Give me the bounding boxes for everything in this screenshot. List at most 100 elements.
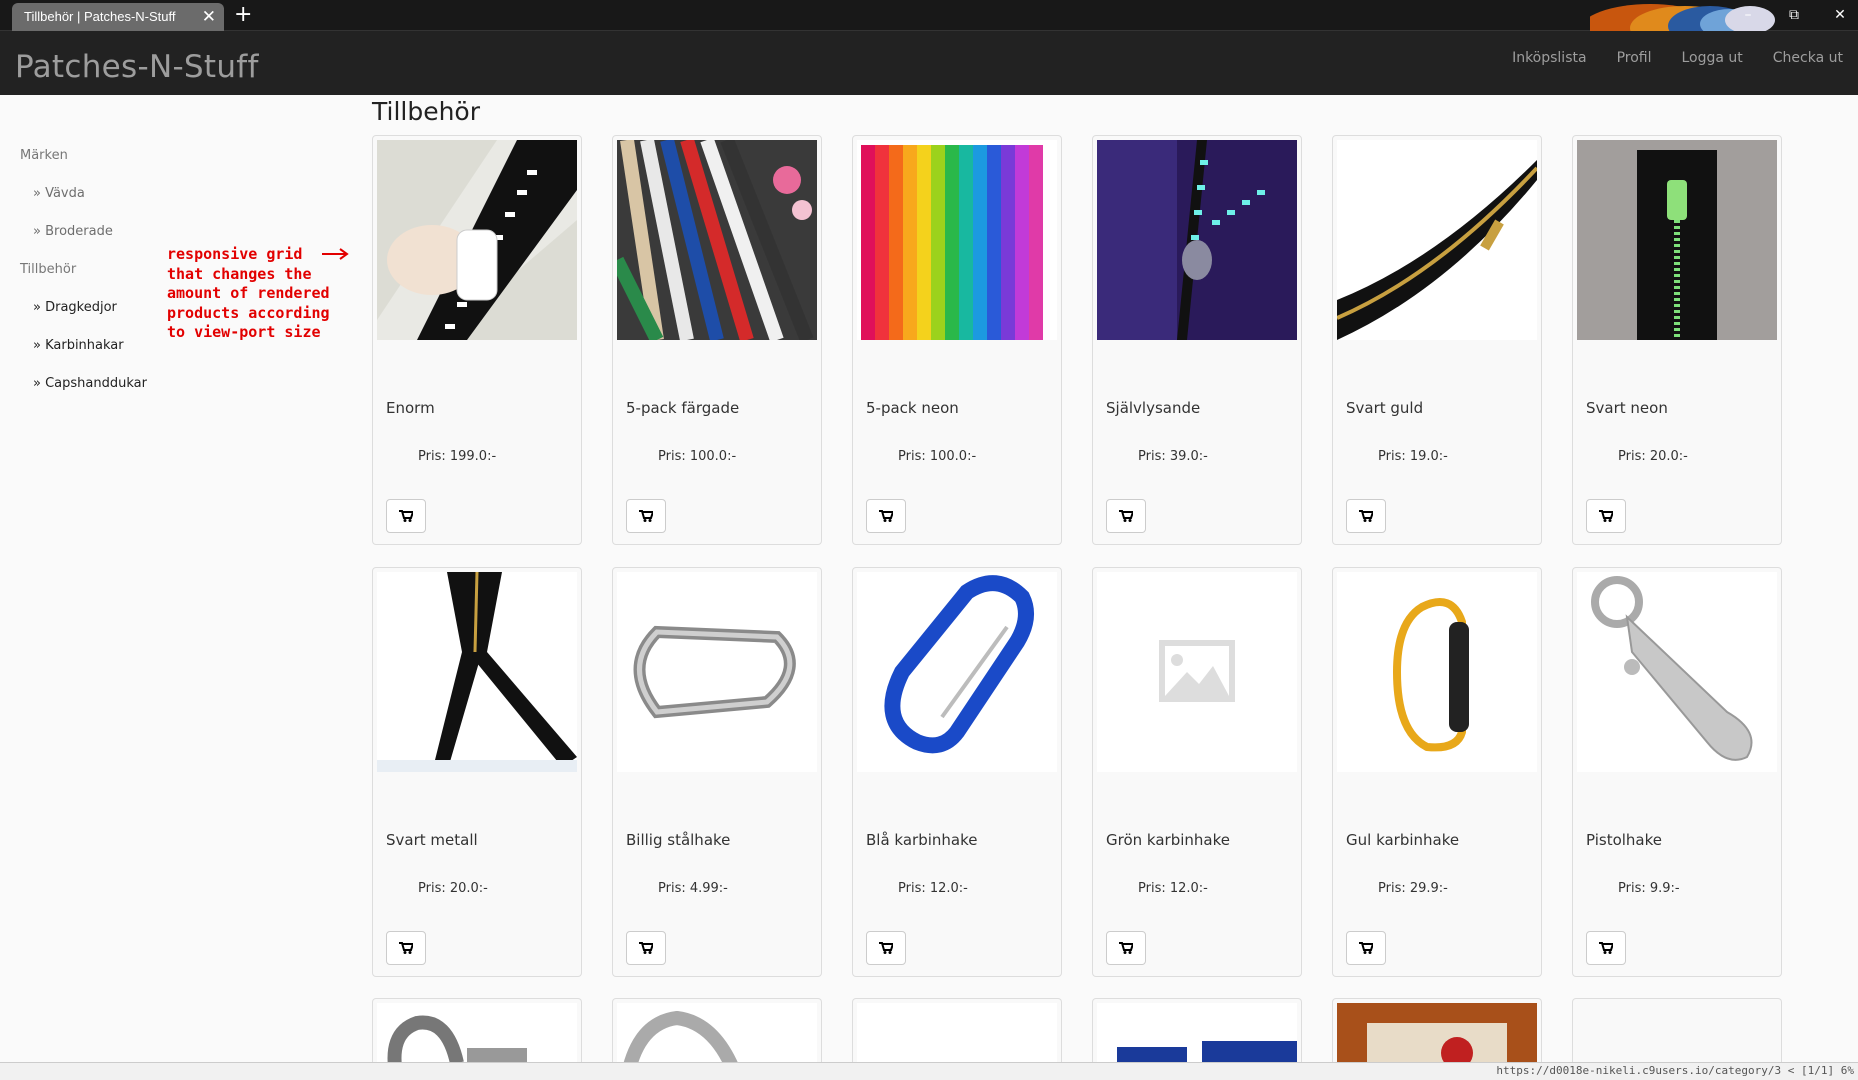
product-card: Enorm Pris: 199.0:-	[372, 135, 582, 545]
window-controls: – ⧉ ✕	[1740, 2, 1848, 28]
product-price: Pris: 9.9:-	[1618, 881, 1680, 896]
cart-icon	[399, 510, 413, 522]
nav-logout[interactable]: Logga ut	[1666, 31, 1757, 95]
product-image-carabiner-blue[interactable]	[857, 572, 1057, 772]
product-image-zipper-glow[interactable]	[1097, 140, 1297, 340]
product-name[interactable]: Grön karbinhake	[1106, 831, 1230, 849]
annotation-note: responsive grid that changes the amount …	[167, 245, 330, 341]
product-price: Pris: 12.0:-	[898, 881, 968, 896]
product-name[interactable]: Självlysande	[1106, 399, 1200, 417]
sidebar-item-zippers[interactable]: » Dragkedjor	[33, 300, 117, 315]
product-price: Pris: 12.0:-	[1138, 881, 1208, 896]
product-card: Grön karbinhake Pris: 12.0:-	[1092, 567, 1302, 977]
product-card: Svart guld Pris: 19.0:-	[1332, 135, 1542, 545]
product-image-zipper-black-metal[interactable]	[377, 572, 577, 772]
cart-icon	[879, 942, 893, 954]
sidebar-item-embroidered[interactable]: » Broderade	[33, 224, 113, 239]
product-price: Pris: 20.0:-	[1618, 449, 1688, 464]
cart-icon	[1359, 510, 1373, 522]
product-price: Pris: 19.0:-	[1378, 449, 1448, 464]
product-image-zipper-hand[interactable]	[377, 140, 577, 340]
product-price: Pris: 4.99:-	[658, 881, 728, 896]
product-name[interactable]: Pistolhake	[1586, 831, 1662, 849]
add-to-cart-button[interactable]	[1346, 499, 1386, 533]
product-card: Billig stålhake Pris: 4.99:-	[612, 567, 822, 977]
product-image-snap-hook[interactable]	[1577, 572, 1777, 772]
cart-icon	[639, 942, 653, 954]
browser-status-bar: https://d0018e-nikeli.c9users.io/categor…	[0, 1062, 1858, 1080]
product-card: Svart metall Pris: 20.0:-	[372, 567, 582, 977]
add-to-cart-button[interactable]	[1106, 931, 1146, 965]
product-price: Pris: 199.0:-	[418, 449, 497, 464]
cart-icon	[639, 510, 653, 522]
top-nav: Inköpslista Profil Logga ut Checka ut	[1497, 31, 1858, 95]
product-price: Pris: 39.0:-	[1138, 449, 1208, 464]
product-name[interactable]: Billig stålhake	[626, 831, 730, 849]
product-card: Svart neon Pris: 20.0:-	[1572, 135, 1782, 545]
cart-icon	[1119, 510, 1133, 522]
add-to-cart-button[interactable]	[1346, 931, 1386, 965]
product-card: Gul karbinhake Pris: 29.9:-	[1332, 567, 1542, 977]
sidebar-item-carabiners[interactable]: » Karbinhakar	[33, 338, 124, 353]
product-card: Pistolhake Pris: 9.9:-	[1572, 567, 1782, 977]
add-to-cart-button[interactable]	[626, 931, 666, 965]
nav-profile[interactable]: Profil	[1602, 31, 1667, 95]
add-to-cart-button[interactable]	[866, 499, 906, 533]
product-price: Pris: 100.0:-	[898, 449, 977, 464]
product-card: 5-pack neon Pris: 100.0:-	[852, 135, 1062, 545]
cart-icon	[1119, 942, 1133, 954]
sidebar-item-woven[interactable]: » Vävda	[33, 186, 85, 201]
product-price: Pris: 20.0:-	[418, 881, 488, 896]
close-tab-icon[interactable]: ✕	[202, 3, 216, 31]
site-header: Patches-N-Stuff Inköpslista Profil Logga…	[0, 31, 1858, 95]
cart-icon	[1599, 510, 1613, 522]
cart-icon	[879, 510, 893, 522]
annotation-arrow-icon	[322, 248, 349, 260]
add-to-cart-button[interactable]	[1586, 499, 1626, 533]
product-image-zippers-rainbow[interactable]	[857, 140, 1057, 340]
product-card: Självlysande Pris: 39.0:-	[1092, 135, 1302, 545]
product-name[interactable]: 5-pack färgade	[626, 399, 739, 417]
tab-title: Tillbehör | Patches-N-Stuff	[24, 9, 176, 24]
cart-icon	[1359, 942, 1373, 954]
site-brand[interactable]: Patches-N-Stuff	[15, 49, 259, 85]
product-price: Pris: 29.9:-	[1378, 881, 1448, 896]
add-to-cart-button[interactable]	[386, 499, 426, 533]
product-image-carabiner-steel[interactable]	[617, 572, 817, 772]
product-price: Pris: 100.0:-	[658, 449, 737, 464]
cart-icon	[399, 942, 413, 954]
product-name[interactable]: Gul karbinhake	[1346, 831, 1459, 849]
close-window-icon[interactable]: ✕	[1832, 7, 1848, 23]
image-placeholder-icon[interactable]	[1097, 572, 1297, 772]
add-to-cart-button[interactable]	[386, 931, 426, 965]
new-tab-button[interactable]: +	[234, 3, 252, 27]
status-url: https://d0018e-nikeli.c9users.io/categor…	[1496, 1064, 1854, 1077]
product-name[interactable]: 5-pack neon	[866, 399, 959, 417]
browser-tab-bar: Tillbehör | Patches-N-Stuff ✕ + – ⧉ ✕	[0, 0, 1858, 31]
add-to-cart-button[interactable]	[1106, 499, 1146, 533]
add-to-cart-button[interactable]	[626, 499, 666, 533]
product-image-zipper-black-neon[interactable]	[1577, 140, 1777, 340]
product-name[interactable]: Enorm	[386, 399, 435, 417]
minimize-icon[interactable]: –	[1740, 7, 1756, 23]
page-title: Tillbehör	[372, 97, 481, 126]
nav-checkout[interactable]: Checka ut	[1758, 31, 1858, 95]
product-image-zipper-black-gold[interactable]	[1337, 140, 1537, 340]
maximize-icon[interactable]: ⧉	[1786, 7, 1802, 23]
product-name[interactable]: Svart metall	[386, 831, 478, 849]
product-image-carabiner-yellow[interactable]	[1337, 572, 1537, 772]
cart-icon	[1599, 942, 1613, 954]
product-image-zippers-colored[interactable]	[617, 140, 817, 340]
add-to-cart-button[interactable]	[1586, 931, 1626, 965]
add-to-cart-button[interactable]	[866, 931, 906, 965]
nav-shopping-list[interactable]: Inköpslista	[1497, 31, 1602, 95]
sidebar-category-brands[interactable]: Märken	[20, 148, 68, 163]
sidebar-item-cap-towels[interactable]: » Capshanddukar	[33, 376, 147, 391]
product-name[interactable]: Blå karbinhake	[866, 831, 977, 849]
sidebar-category-accessories[interactable]: Tillbehör	[20, 262, 76, 277]
product-name[interactable]: Svart neon	[1586, 399, 1668, 417]
product-card: Blå karbinhake Pris: 12.0:-	[852, 567, 1062, 977]
product-card: 5-pack färgade Pris: 100.0:-	[612, 135, 822, 545]
browser-tab[interactable]: Tillbehör | Patches-N-Stuff ✕	[12, 3, 224, 31]
product-name[interactable]: Svart guld	[1346, 399, 1423, 417]
